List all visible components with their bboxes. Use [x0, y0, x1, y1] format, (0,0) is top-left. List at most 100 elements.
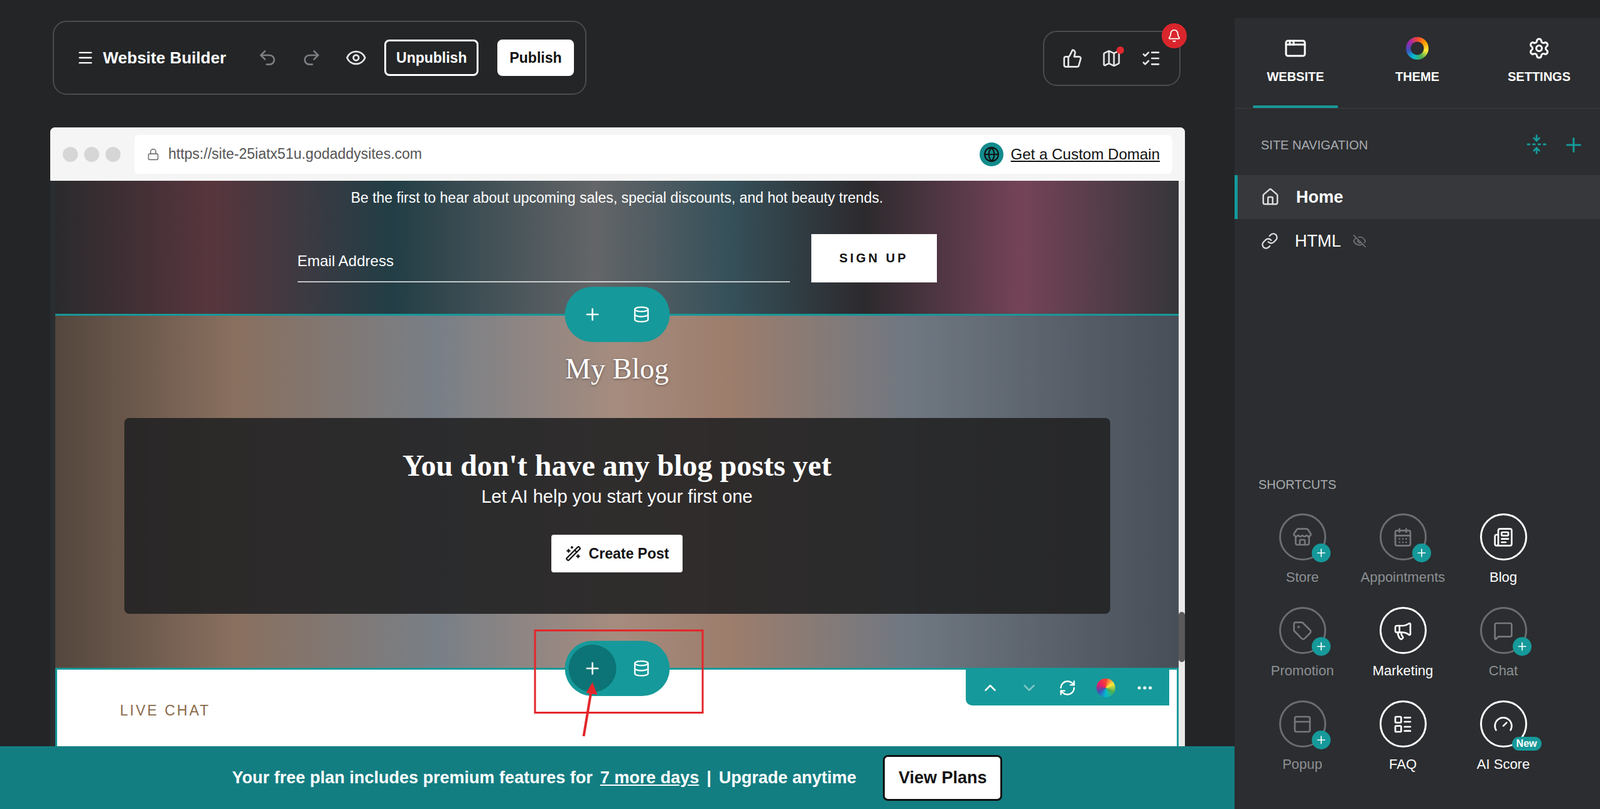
more-icon	[1135, 678, 1155, 698]
window-dots	[62, 146, 121, 163]
link-icon	[1260, 232, 1279, 250]
shortcut-icon	[1392, 714, 1413, 735]
add-badge	[1311, 543, 1331, 563]
days-link[interactable]: 7 more days	[600, 768, 700, 789]
scrollbar[interactable]	[1178, 180, 1185, 747]
empty-blog-card: You don't have any blog posts yetLet AI …	[124, 418, 1111, 615]
sidebar-tab[interactable]: WEBSITE	[1234, 18, 1357, 109]
section-library-button[interactable]	[617, 644, 665, 693]
website-icon	[1284, 37, 1307, 60]
toolbar: Website Builder Unpublish Publish	[52, 20, 587, 95]
shortcut-item[interactable]: Chat	[1453, 607, 1554, 680]
outline-button[interactable]: Unpublish	[384, 39, 479, 76]
builder-menu[interactable]: Website Builder	[76, 48, 227, 68]
tasks-button[interactable]	[1140, 48, 1162, 69]
nav-item-icon-wrap	[1260, 187, 1280, 207]
color-wheel-icon	[1096, 678, 1116, 698]
site-sections: Be the first to hear about upcoming sale…	[50, 180, 1179, 747]
plus-icon	[1314, 546, 1328, 560]
shortcut-icon	[1292, 714, 1313, 735]
home-icon	[1260, 187, 1280, 207]
feedback-button[interactable]	[1062, 48, 1083, 69]
add-page-icon[interactable]	[1562, 133, 1585, 157]
shortcut-icon	[1292, 621, 1313, 642]
shortcut-icon	[1493, 714, 1514, 735]
create-post-button[interactable]: Create Post	[551, 535, 684, 573]
shortcut-item[interactable]: Popup	[1252, 700, 1353, 773]
shortcut-item[interactable]: Promotion	[1252, 607, 1353, 680]
theme-icon	[1405, 37, 1429, 60]
add-badge	[1412, 543, 1432, 563]
empty-subtitle: Let AI help you start your first one	[481, 486, 753, 508]
blog-title: My Blog	[565, 352, 669, 386]
shortcut-item[interactable]: FAQ	[1352, 700, 1454, 773]
live-chat-section[interactable]: LIVE CHAT	[55, 668, 1179, 747]
bell-icon	[1167, 28, 1182, 43]
scrollbar-thumb[interactable]	[1178, 612, 1185, 663]
nav-item[interactable]: HTML	[1234, 219, 1600, 264]
reorder-icon[interactable]	[1525, 133, 1548, 156]
sidebar-tab[interactable]: THEME	[1356, 18, 1479, 109]
signup-button[interactable]: SIGN UP	[811, 234, 937, 283]
shortcut-item[interactable]: Appointments	[1352, 513, 1454, 586]
shortcut-circle	[1379, 700, 1427, 748]
section-library-button[interactable]	[617, 290, 665, 339]
shortcut-item[interactable]: Marketing	[1352, 607, 1454, 680]
menu-icon	[76, 48, 95, 67]
thumbs-up-icon	[1062, 48, 1083, 69]
status-toolbar	[1043, 30, 1181, 87]
shortcut-item[interactable]: Blog	[1453, 513, 1554, 586]
alert-badge[interactable]	[1161, 23, 1187, 49]
filled-button[interactable]: Publish	[497, 39, 574, 76]
signup-row: Email Address SIGN UP	[297, 234, 937, 283]
plus-icon	[583, 305, 603, 325]
undo-button[interactable]	[257, 47, 278, 68]
add-section-control	[564, 286, 670, 343]
view-plans-button[interactable]: View Plans	[882, 755, 1003, 802]
address-bar: https://site-25iatx51u.godaddysites.com G…	[50, 127, 1185, 181]
sidebar-tabs: WEBSITETHEMESETTINGS	[1234, 18, 1600, 109]
chevron-up-icon	[980, 678, 1000, 698]
url-text: https://site-25iatx51u.godaddysites.com	[168, 145, 971, 163]
add-badge	[1311, 637, 1331, 657]
custom-domain-link[interactable]: Get a Custom Domain	[979, 142, 1160, 167]
shortcut-item[interactable]: NewAI Score	[1453, 700, 1554, 773]
plan-banner: Your free plan includes premium features…	[0, 746, 1235, 809]
swap-icon	[1058, 679, 1077, 698]
redo-icon	[301, 47, 322, 68]
banner-separator: |	[706, 768, 712, 789]
eye-off-icon	[1352, 234, 1367, 249]
nav-item[interactable]: Home	[1234, 175, 1600, 220]
swap-layout-button[interactable]	[1058, 679, 1077, 698]
blog-section[interactable]: My Blog You don't have any blog posts yet…	[55, 313, 1179, 669]
window-dot	[84, 146, 100, 163]
add-section-control	[564, 641, 670, 697]
editor-area: Website Builder Unpublish Publish https://s…	[0, 0, 1235, 809]
section-color-button[interactable]	[1096, 678, 1116, 698]
builder-title: Website Builder	[102, 48, 227, 68]
move-up-button[interactable]	[980, 678, 1000, 698]
move-down-button[interactable]	[1019, 678, 1039, 698]
sidebar-tab[interactable]: SETTINGS	[1478, 18, 1600, 109]
add-section-button[interactable]	[568, 290, 617, 339]
shortcut-circle	[1279, 607, 1327, 655]
preview-button[interactable]	[345, 47, 367, 69]
banner-upgrade-text: Upgrade anytime	[718, 768, 857, 789]
shortcuts: SHORTCUTSStoreAppointmentsBlogPromotionM…	[1234, 477, 1600, 809]
highlight-box	[533, 629, 704, 714]
nav-item-icon-wrap	[1260, 232, 1279, 250]
site-viewport: Be the first to hear about upcoming sale…	[50, 180, 1185, 747]
redo-button[interactable]	[301, 47, 322, 68]
checklist-icon	[1140, 48, 1162, 69]
shortcut-icon	[1392, 527, 1413, 548]
arrow-icon	[577, 682, 603, 740]
shortcut-circle	[1379, 607, 1427, 655]
more-button[interactable]	[1135, 678, 1155, 698]
window-dot	[62, 146, 78, 163]
shortcut-icon	[1493, 527, 1514, 548]
shortcut-item[interactable]: Store	[1252, 513, 1353, 586]
browser-preview: https://site-25iatx51u.godaddysites.com G…	[50, 127, 1185, 747]
guide-button[interactable]	[1101, 48, 1122, 69]
email-input[interactable]: Email Address	[297, 252, 790, 283]
plus-icon	[583, 659, 603, 679]
